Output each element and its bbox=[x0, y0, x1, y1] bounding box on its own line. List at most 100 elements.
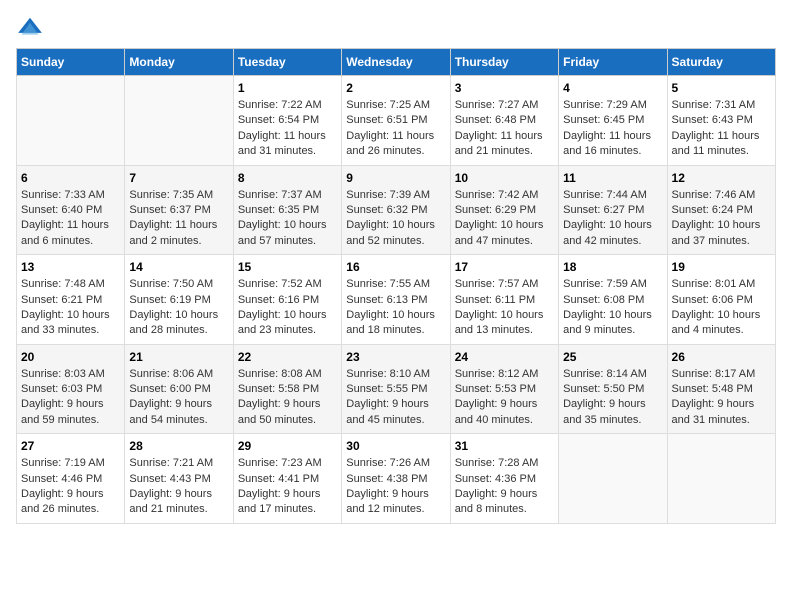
day-info: Sunrise: 8:01 AM Sunset: 6:06 PM Dayligh… bbox=[672, 277, 771, 339]
weekday-header-monday: Monday bbox=[125, 49, 233, 76]
day-number: 13 bbox=[21, 260, 120, 274]
calendar-cell: 25Sunrise: 8:14 AM Sunset: 5:50 PM Dayli… bbox=[559, 344, 667, 434]
day-info: Sunrise: 7:59 AM Sunset: 6:08 PM Dayligh… bbox=[563, 277, 662, 339]
day-number: 16 bbox=[346, 260, 445, 274]
day-info: Sunrise: 8:03 AM Sunset: 6:03 PM Dayligh… bbox=[21, 367, 120, 429]
day-info: Sunrise: 7:28 AM Sunset: 4:36 PM Dayligh… bbox=[455, 456, 554, 518]
day-info: Sunrise: 7:33 AM Sunset: 6:40 PM Dayligh… bbox=[21, 188, 120, 250]
calendar-cell: 23Sunrise: 8:10 AM Sunset: 5:55 PM Dayli… bbox=[342, 344, 450, 434]
day-number: 1 bbox=[238, 81, 337, 95]
calendar-cell: 4 Sunrise: 7:29 AM Sunset: 6:45 PM Daylig… bbox=[559, 76, 667, 166]
calendar-cell: 26Sunrise: 8:17 AM Sunset: 5:48 PM Dayli… bbox=[667, 344, 775, 434]
day-number: 23 bbox=[346, 350, 445, 364]
day-number: 31 bbox=[455, 439, 554, 453]
day-number: 11 bbox=[563, 171, 662, 185]
day-info: Sunrise: 7:27 AM Sunset: 6:48 PM Dayligh… bbox=[455, 98, 554, 160]
calendar-cell: 11 Sunrise: 7:44 AM Sunset: 6:27 PM Dayli… bbox=[559, 165, 667, 255]
calendar-week-row: 20 Sunrise: 8:03 AM Sunset: 6:03 PM Dayli… bbox=[17, 344, 776, 434]
day-info: Sunrise: 7:26 AM Sunset: 4:38 PM Dayligh… bbox=[346, 456, 445, 518]
day-number: 24 bbox=[455, 350, 554, 364]
calendar-cell: 18 Sunrise: 7:59 AM Sunset: 6:08 PM Dayli… bbox=[559, 255, 667, 345]
day-number: 19 bbox=[672, 260, 771, 274]
day-info: Sunrise: 7:19 AM Sunset: 4:46 PM Dayligh… bbox=[21, 456, 120, 518]
day-info: Sunrise: 7:42 AM Sunset: 6:29 PM Dayligh… bbox=[455, 188, 554, 250]
calendar-cell: 17Sunrise: 7:57 AM Sunset: 6:11 PM Dayli… bbox=[450, 255, 558, 345]
calendar-cell: 31 Sunrise: 7:28 AM Sunset: 4:36 PM Dayli… bbox=[450, 434, 558, 524]
calendar-cell: 20 Sunrise: 8:03 AM Sunset: 6:03 PM Dayli… bbox=[17, 344, 125, 434]
day-number: 4 bbox=[563, 81, 662, 95]
weekday-header-row: SundayMondayTuesdayWednesdayThursdayFrid… bbox=[17, 49, 776, 76]
calendar-cell: 13 Sunrise: 7:48 AM Sunset: 6:21 PM Dayli… bbox=[17, 255, 125, 345]
calendar-cell: 10 Sunrise: 7:42 AM Sunset: 6:29 PM Dayli… bbox=[450, 165, 558, 255]
day-number: 26 bbox=[672, 350, 771, 364]
day-info: Sunrise: 7:35 AM Sunset: 6:37 PM Dayligh… bbox=[129, 188, 228, 250]
calendar-week-row: 27 Sunrise: 7:19 AM Sunset: 4:46 PM Dayli… bbox=[17, 434, 776, 524]
day-info: Sunrise: 7:57 AM Sunset: 6:11 PM Dayligh… bbox=[455, 277, 554, 339]
day-number: 14 bbox=[129, 260, 228, 274]
calendar-cell: 29 Sunrise: 7:23 AM Sunset: 4:41 PM Dayli… bbox=[233, 434, 341, 524]
day-number: 22 bbox=[238, 350, 337, 364]
weekday-header-wednesday: Wednesday bbox=[342, 49, 450, 76]
logo bbox=[16, 16, 48, 38]
day-number: 15 bbox=[238, 260, 337, 274]
calendar-week-row: 6 Sunrise: 7:33 AM Sunset: 6:40 PM Daylig… bbox=[17, 165, 776, 255]
calendar-week-row: 13 Sunrise: 7:48 AM Sunset: 6:21 PM Dayli… bbox=[17, 255, 776, 345]
calendar-week-row: 1Sunrise: 7:22 AM Sunset: 6:54 PM Daylig… bbox=[17, 76, 776, 166]
day-info: Sunrise: 7:21 AM Sunset: 4:43 PM Dayligh… bbox=[129, 456, 228, 518]
day-number: 28 bbox=[129, 439, 228, 453]
calendar-cell: 30 Sunrise: 7:26 AM Sunset: 4:38 PM Dayli… bbox=[342, 434, 450, 524]
day-info: Sunrise: 7:52 AM Sunset: 6:16 PM Dayligh… bbox=[238, 277, 337, 339]
calendar-cell: 12 Sunrise: 7:46 AM Sunset: 6:24 PM Dayli… bbox=[667, 165, 775, 255]
calendar-cell: 1Sunrise: 7:22 AM Sunset: 6:54 PM Daylig… bbox=[233, 76, 341, 166]
calendar-cell bbox=[125, 76, 233, 166]
calendar-cell: 5 Sunrise: 7:31 AM Sunset: 6:43 PM Daylig… bbox=[667, 76, 775, 166]
page-header bbox=[16, 16, 776, 38]
calendar-cell bbox=[667, 434, 775, 524]
day-number: 20 bbox=[21, 350, 120, 364]
day-info: Sunrise: 8:06 AM Sunset: 6:00 PM Dayligh… bbox=[129, 367, 228, 429]
day-info: Sunrise: 7:48 AM Sunset: 6:21 PM Dayligh… bbox=[21, 277, 120, 339]
day-number: 27 bbox=[21, 439, 120, 453]
day-number: 18 bbox=[563, 260, 662, 274]
day-info: Sunrise: 8:08 AM Sunset: 5:58 PM Dayligh… bbox=[238, 367, 337, 429]
day-number: 5 bbox=[672, 81, 771, 95]
day-number: 29 bbox=[238, 439, 337, 453]
calendar-cell: 2 Sunrise: 7:25 AM Sunset: 6:51 PM Daylig… bbox=[342, 76, 450, 166]
weekday-header-friday: Friday bbox=[559, 49, 667, 76]
logo-icon bbox=[16, 16, 44, 38]
calendar-cell: 3 Sunrise: 7:27 AM Sunset: 6:48 PM Daylig… bbox=[450, 76, 558, 166]
calendar-cell: 14 Sunrise: 7:50 AM Sunset: 6:19 PM Dayli… bbox=[125, 255, 233, 345]
day-info: Sunrise: 7:29 AM Sunset: 6:45 PM Dayligh… bbox=[563, 98, 662, 160]
calendar-cell bbox=[559, 434, 667, 524]
day-number: 6 bbox=[21, 171, 120, 185]
day-number: 12 bbox=[672, 171, 771, 185]
day-number: 8 bbox=[238, 171, 337, 185]
weekday-header-sunday: Sunday bbox=[17, 49, 125, 76]
calendar-cell: 21 Sunrise: 8:06 AM Sunset: 6:00 PM Dayli… bbox=[125, 344, 233, 434]
day-info: Sunrise: 7:25 AM Sunset: 6:51 PM Dayligh… bbox=[346, 98, 445, 160]
calendar-cell: 22 Sunrise: 8:08 AM Sunset: 5:58 PM Dayli… bbox=[233, 344, 341, 434]
day-number: 10 bbox=[455, 171, 554, 185]
calendar-cell: 8Sunrise: 7:37 AM Sunset: 6:35 PM Daylig… bbox=[233, 165, 341, 255]
day-number: 2 bbox=[346, 81, 445, 95]
day-number: 21 bbox=[129, 350, 228, 364]
calendar-cell: 6 Sunrise: 7:33 AM Sunset: 6:40 PM Daylig… bbox=[17, 165, 125, 255]
calendar-cell: 9 Sunrise: 7:39 AM Sunset: 6:32 PM Daylig… bbox=[342, 165, 450, 255]
day-number: 3 bbox=[455, 81, 554, 95]
calendar-cell: 27 Sunrise: 7:19 AM Sunset: 4:46 PM Dayli… bbox=[17, 434, 125, 524]
calendar-cell bbox=[17, 76, 125, 166]
weekday-header-saturday: Saturday bbox=[667, 49, 775, 76]
day-info: Sunrise: 7:50 AM Sunset: 6:19 PM Dayligh… bbox=[129, 277, 228, 339]
day-info: Sunrise: 7:39 AM Sunset: 6:32 PM Dayligh… bbox=[346, 188, 445, 250]
day-info: Sunrise: 7:23 AM Sunset: 4:41 PM Dayligh… bbox=[238, 456, 337, 518]
calendar-cell: 24 Sunrise: 8:12 AM Sunset: 5:53 PM Dayli… bbox=[450, 344, 558, 434]
day-number: 25 bbox=[563, 350, 662, 364]
calendar-cell: 16Sunrise: 7:55 AM Sunset: 6:13 PM Dayli… bbox=[342, 255, 450, 345]
day-number: 9 bbox=[346, 171, 445, 185]
day-info: Sunrise: 8:12 AM Sunset: 5:53 PM Dayligh… bbox=[455, 367, 554, 429]
day-number: 30 bbox=[346, 439, 445, 453]
weekday-header-tuesday: Tuesday bbox=[233, 49, 341, 76]
day-info: Sunrise: 7:46 AM Sunset: 6:24 PM Dayligh… bbox=[672, 188, 771, 250]
day-info: Sunrise: 7:31 AM Sunset: 6:43 PM Dayligh… bbox=[672, 98, 771, 160]
day-info: Sunrise: 7:44 AM Sunset: 6:27 PM Dayligh… bbox=[563, 188, 662, 250]
